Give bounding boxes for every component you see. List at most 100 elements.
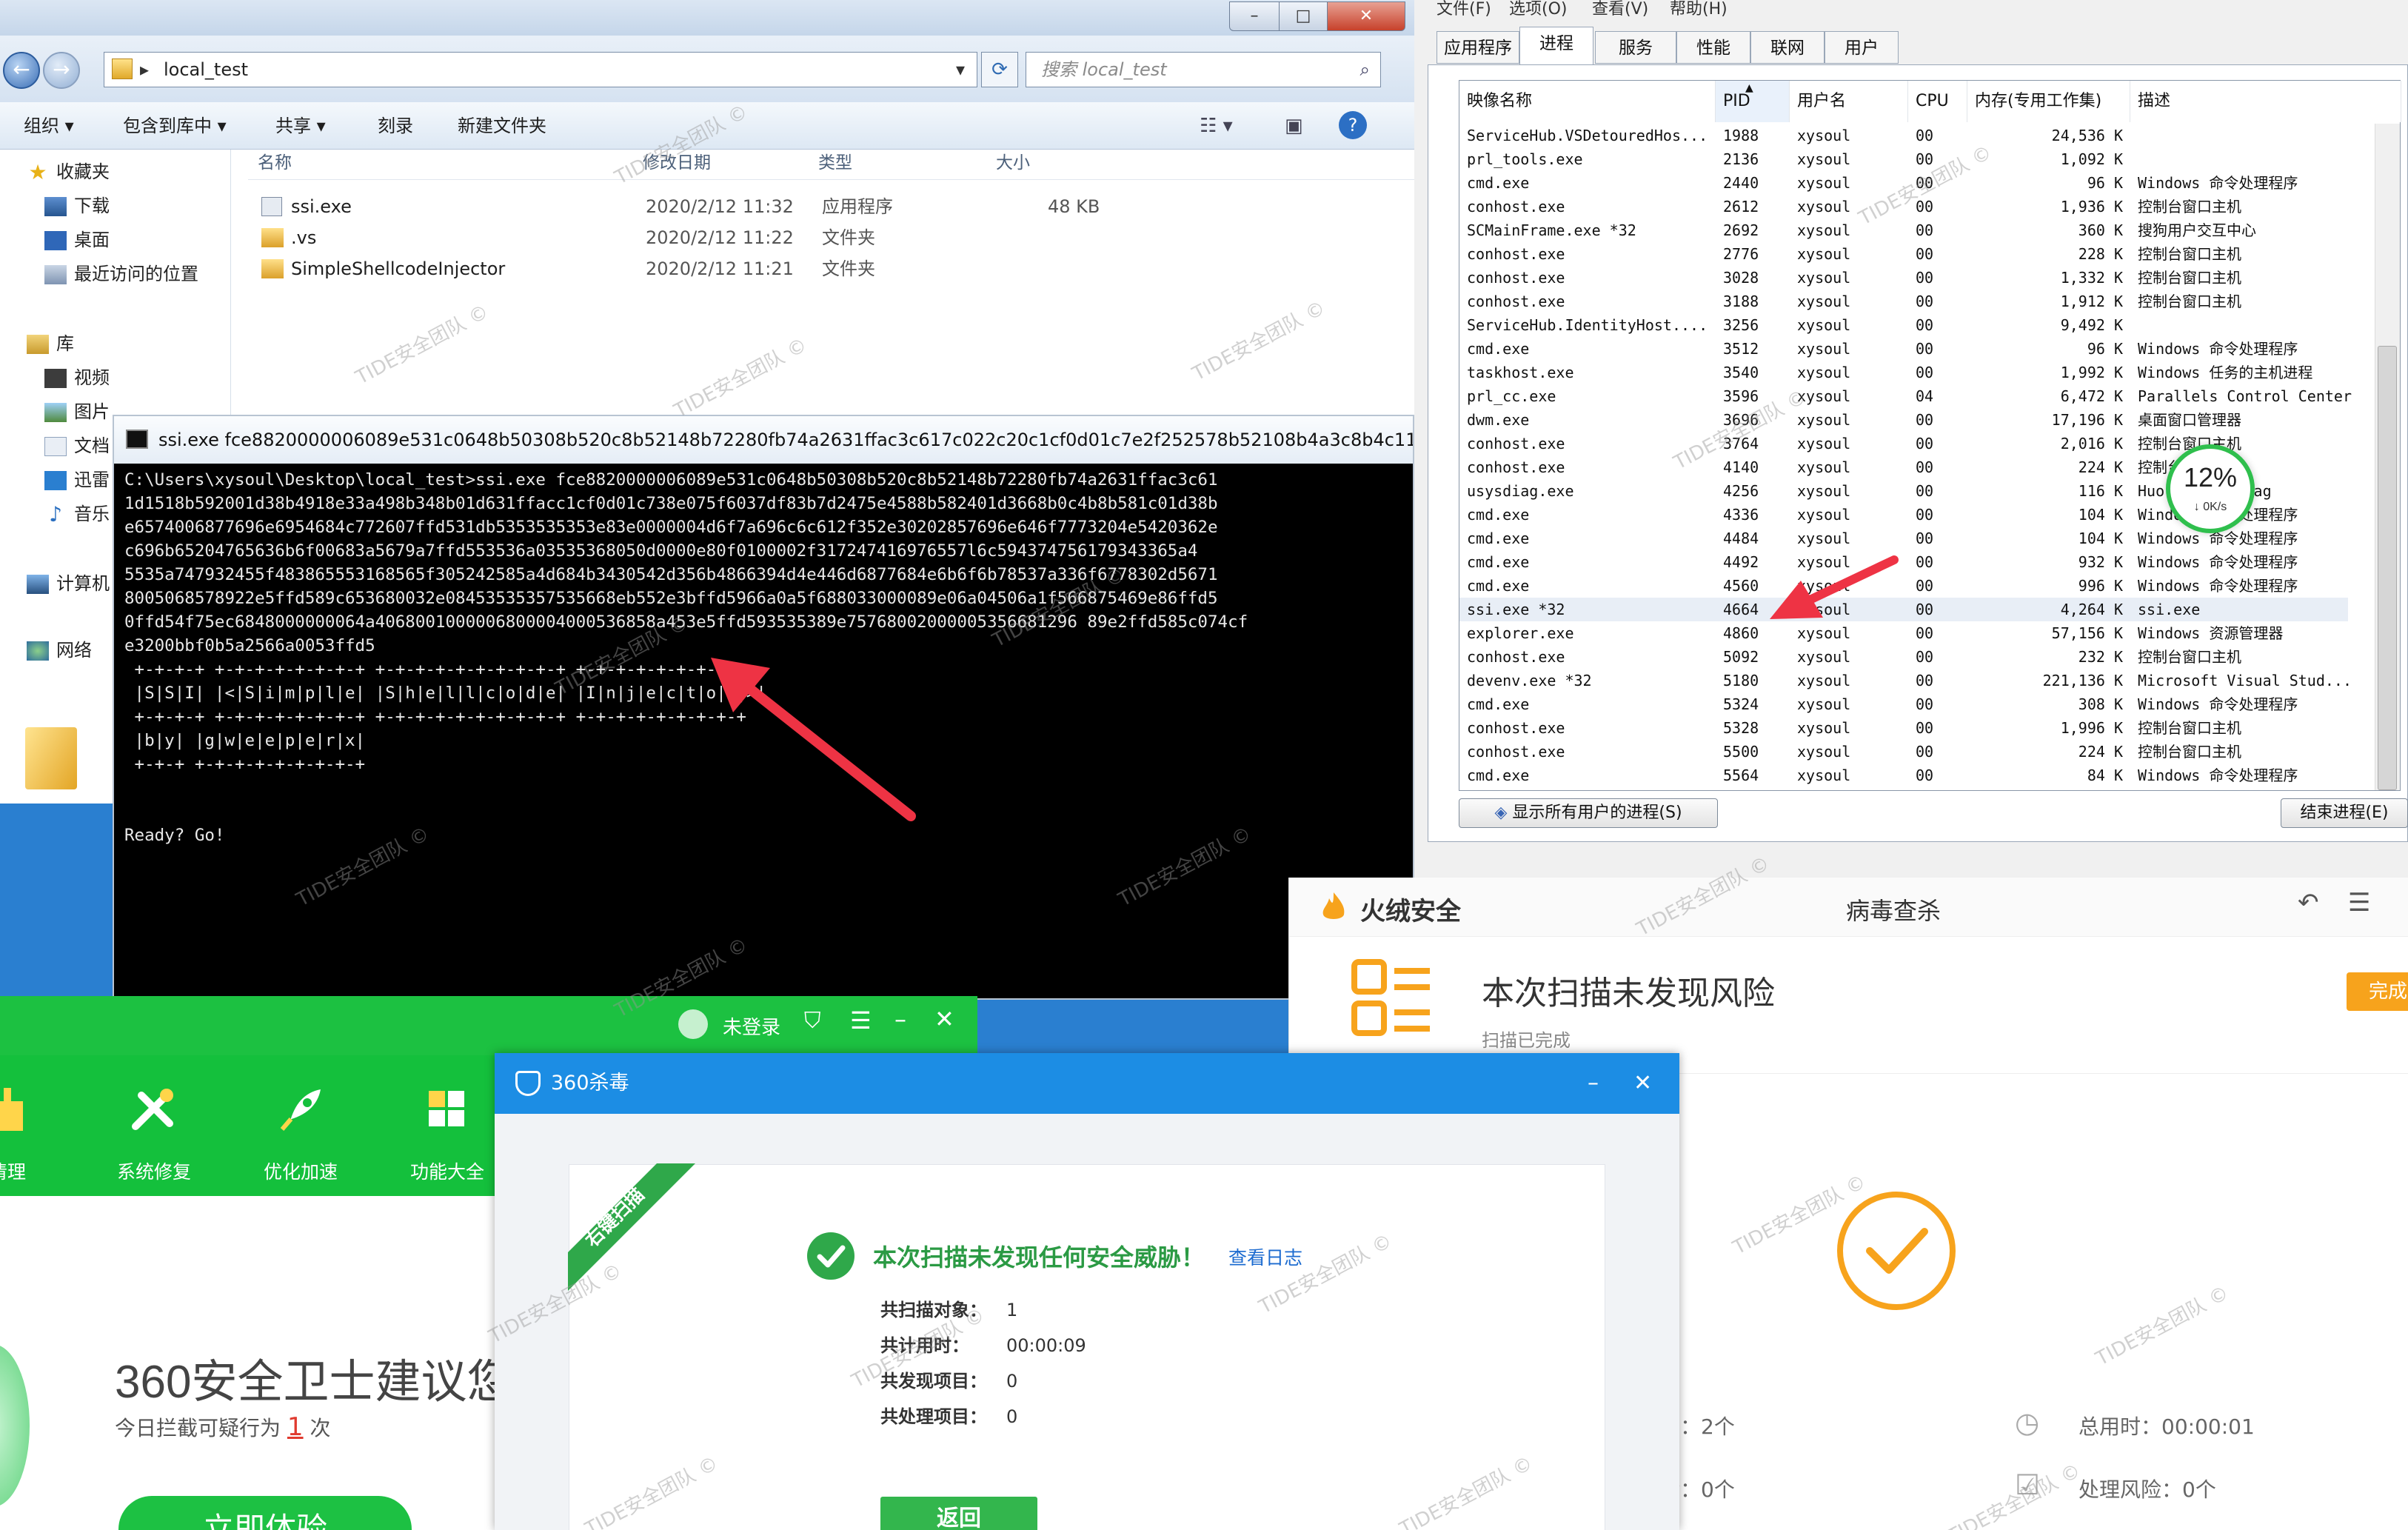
share-button[interactable]: 共享 ▾ <box>275 102 326 150</box>
process-row[interactable]: explorer.exe 4860 xysoul 00 57,156 K Windows … <box>1459 621 2348 645</box>
file-row[interactable]: .vs 2020/2/12 11:22 文件夹 <box>255 222 1144 253</box>
tab-networking[interactable]: 联网 <box>1750 31 1825 64</box>
back-icon[interactable]: ↶ <box>2298 888 2319 918</box>
help-icon[interactable]: ? <box>1339 111 1367 139</box>
organize-button[interactable]: 组织 ▾ <box>24 102 74 150</box>
search-input[interactable]: 搜索 local_test ⌕ <box>1026 52 1381 87</box>
nav-item-desktop[interactable]: 桌面 <box>44 225 110 255</box>
tab-users[interactable]: 用户 <box>1825 31 1899 64</box>
column-header-size[interactable]: 大小 <box>996 147 1030 179</box>
end-process-button[interactable]: 结束进程(E) <box>2281 798 2408 828</box>
done-button[interactable]: 完成 <box>2347 972 2408 1011</box>
column-cpu[interactable]: CPU <box>1908 81 1967 122</box>
forward-arrow-icon[interactable]: → <box>43 52 80 89</box>
search-icon[interactable]: ⌕ <box>1360 53 1370 87</box>
file-row[interactable]: ssi.exe 2020/2/12 11:32 应用程序 48 KB <box>255 191 1144 222</box>
close-button[interactable]: ✕ <box>1327 1 1405 31</box>
nav-item-videos[interactable]: 视频 <box>44 363 110 392</box>
process-row[interactable]: cmd.exe 3512 xysoul 00 96 K Windows 命令处理程序 <box>1459 337 2348 361</box>
column-memory[interactable]: 内存(专用工作集) <box>1967 81 2130 122</box>
process-row[interactable]: conhost.exe 5328 xysoul 00 1,996 K 控制台窗口主机 <box>1459 716 2348 740</box>
column-user[interactable]: 用户名 <box>1790 81 1908 122</box>
view-options-icon[interactable]: ☷ ▾ <box>1200 102 1233 150</box>
vertical-scrollbar[interactable] <box>2375 124 2400 790</box>
maximize-button[interactable]: □ <box>1279 1 1328 31</box>
process-row[interactable]: taskhost.exe 3540 xysoul 00 1,992 K Windows 任… <box>1459 361 2348 384</box>
nav-item-libraries[interactable]: 库 <box>27 329 74 358</box>
speed-gauge[interactable]: 12% ↓ 0K/s <box>2166 444 2255 533</box>
process-row[interactable]: cmd.exe 5564 xysoul 00 84 K Windows 命令处理程序 <box>1459 764 2348 787</box>
process-row[interactable]: conhost.exe 5500 xysoul 00 224 K 控制台窗口主机 <box>1459 740 2348 764</box>
process-row[interactable]: conhost.exe 3188 xysoul 00 1,912 K 控制台窗口主机 <box>1459 290 2348 313</box>
view-log-link[interactable]: 查看日志 <box>1228 1243 1302 1270</box>
file-row[interactable]: SimpleShellcodeInjector 2020/2/12 11:21 … <box>255 253 1144 284</box>
column-description[interactable]: 描述 <box>2130 81 2401 122</box>
new-folder-button[interactable]: 新建文件夹 <box>458 102 546 150</box>
menu-icon[interactable]: ☰ <box>2348 888 2370 918</box>
console-window[interactable]: ssi.exe fce8820000006089e531c0648b50308b… <box>113 415 1414 1000</box>
back-button[interactable]: 返回 <box>880 1497 1037 1530</box>
menu-file[interactable]: 文件(F) <box>1437 0 1491 19</box>
process-row[interactable]: SCMainFrame.exe *32 2692 xysoul 00 360 K 搜狗用户… <box>1459 218 2348 242</box>
nav-item-computer[interactable]: 计算机 <box>27 569 110 598</box>
tool-all-features[interactable]: 功能大全 <box>381 1055 514 1196</box>
column-header-date[interactable]: 修改日期 <box>643 147 711 179</box>
preview-pane-icon[interactable]: ▣ <box>1285 102 1303 150</box>
minimize-icon[interactable]: – <box>1588 1053 1599 1114</box>
refresh-icon[interactable]: ⟳ <box>981 52 1018 87</box>
minimize-button[interactable]: – <box>1229 1 1280 31</box>
menu-view[interactable]: 查看(V) <box>1592 0 1648 19</box>
avatar[interactable] <box>678 1009 708 1039</box>
column-header-type[interactable]: 类型 <box>818 147 852 179</box>
process-row[interactable]: conhost.exe 3028 xysoul 00 1,332 K 控制台窗口主机 <box>1459 266 2348 290</box>
nav-item-documents[interactable]: 文档 <box>44 431 110 461</box>
process-row[interactable]: ServiceHub.IdentityHost.... 3256 xysoul 00 9… <box>1459 313 2348 337</box>
address-box[interactable]: ▸ local_test ▾ <box>104 52 977 87</box>
process-row[interactable]: ssi.exe *32 4664 xysoul 00 4,264 Kssi.exe <box>1459 598 2348 621</box>
process-row[interactable]: dwm.exe 3696 xysoul 00 17,196 K 桌面窗口管理器 <box>1459 408 2348 432</box>
nav-item-thunder[interactable]: 迅雷 <box>44 465 110 495</box>
chevron-down-icon[interactable]: ▾ <box>956 53 965 87</box>
minimize-icon[interactable]: – <box>894 1005 906 1033</box>
nav-item-music[interactable]: ♪ 音乐 <box>44 499 110 529</box>
scrollbar-thumb[interactable] <box>2378 346 2397 790</box>
try-now-button[interactable]: 立即体验 <box>118 1496 412 1530</box>
menu-help[interactable]: 帮助(H) <box>1670 0 1728 19</box>
tab-services[interactable]: 服务 <box>1595 31 1676 64</box>
breadcrumb[interactable]: local_test <box>164 59 248 80</box>
tool-speed-up[interactable]: 优化加速 <box>234 1055 367 1196</box>
tool-system-repair[interactable]: 系统修复 <box>87 1055 221 1196</box>
process-row[interactable]: conhost.exe 2776 xysoul 00 228 K 控制台窗口主机 <box>1459 242 2348 266</box>
process-row[interactable]: prl_tools.exe 2136 xysoul 00 1,092 K <box>1459 147 2348 171</box>
process-row[interactable]: devenv.exe *32 5180 xysoul 00 221,136 K Micro… <box>1459 669 2352 692</box>
tab-performance[interactable]: 性能 <box>1676 31 1750 64</box>
process-row[interactable]: prl_cc.exe 3596 xysoul 04 6,472 K Parallels C… <box>1459 384 2352 408</box>
column-image-name[interactable]: 映像名称 <box>1459 81 1716 122</box>
nav-item-network[interactable]: 网络 <box>27 635 92 665</box>
menu-options[interactable]: 选项(O) <box>1509 0 1567 19</box>
process-row[interactable]: cmd.exe 2440 xysoul 00 96 K Windows 命令处理程序 <box>1459 171 2348 195</box>
nav-item-favorites[interactable]: ★ 收藏夹 <box>27 157 110 187</box>
close-icon[interactable]: ✕ <box>934 1005 954 1033</box>
back-arrow-icon[interactable]: ← <box>3 52 40 89</box>
tab-applications[interactable]: 应用程序 <box>1437 31 1519 64</box>
process-row[interactable]: cmd.exe 4560 xysoul 00 996 K Windows 命令处理程序 <box>1459 574 2348 598</box>
process-row[interactable]: cmd.exe 5324 xysoul 00 308 K Windows 命令处理程序 <box>1459 692 2348 716</box>
burn-button[interactable]: 刻录 <box>378 102 413 150</box>
close-icon[interactable]: ✕ <box>1633 1053 1652 1114</box>
process-row[interactable]: cmd.exe 4492 xysoul 00 932 K Windows 命令处理程序 <box>1459 550 2348 574</box>
process-row[interactable]: conhost.exe 2612 xysoul 00 1,936 K 控制台窗口主机 <box>1459 195 2348 218</box>
column-header-name[interactable]: 名称 <box>258 147 292 179</box>
tool-clean[interactable]: 清理 <box>0 1055 74 1196</box>
nav-item-pictures[interactable]: 图片 <box>44 397 110 427</box>
menu-icon[interactable]: ☰ <box>850 1006 872 1035</box>
process-row[interactable]: ServiceHub.VSDetouredHos... 1988 xysoul 00 2… <box>1459 124 2348 147</box>
nav-item-recent[interactable]: 最近访问的位置 <box>44 259 198 289</box>
shirt-icon[interactable]: ⛉ <box>804 1008 821 1034</box>
login-status[interactable]: 未登录 <box>723 1012 780 1040</box>
tab-processes[interactable]: 进程 <box>1519 27 1593 65</box>
process-row[interactable]: conhost.exe 5092 xysoul 00 232 K 控制台窗口主机 <box>1459 645 2348 669</box>
include-in-library-button[interactable]: 包含到库中 ▾ <box>123 102 227 150</box>
show-all-users-button[interactable]: ◈ 显示所有用户的进程(S) <box>1459 798 1718 828</box>
nav-item-downloads[interactable]: 下载 <box>44 191 110 221</box>
